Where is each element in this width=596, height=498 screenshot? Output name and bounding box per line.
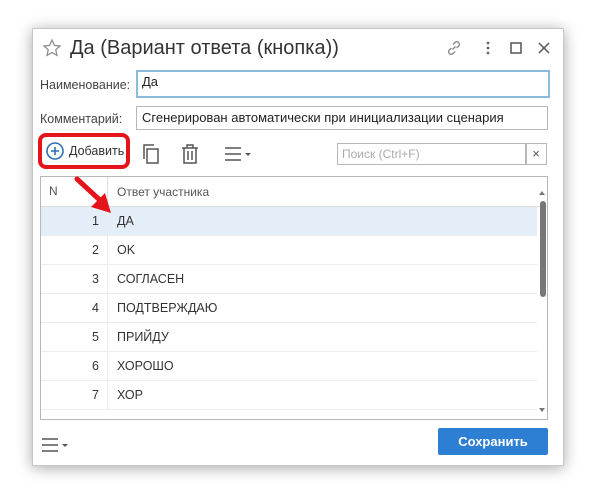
table-row[interactable]: 3 СОГЛАСЕН (41, 265, 537, 294)
search-clear-button[interactable]: × (525, 143, 547, 165)
row-answer: OK (117, 243, 136, 257)
annotation-arrow-icon (74, 176, 111, 213)
maximize-icon[interactable] (507, 39, 525, 57)
dialog-window: Да (Вариант ответа (кнопка)) Наименовани… (32, 28, 564, 466)
menu-icon[interactable] (225, 146, 253, 162)
add-button[interactable]: Добавить (38, 133, 130, 169)
table-row[interactable]: 5 ПРИЙДУ (41, 323, 537, 352)
menu-icon[interactable] (42, 437, 70, 453)
row-answer: ПОДТВЕРЖДАЮ (117, 301, 218, 315)
title-bar: Да (Вариант ответа (кнопка)) (33, 29, 563, 69)
row-number: 4 (92, 301, 99, 315)
column-divider (107, 323, 108, 352)
column-divider (107, 381, 108, 410)
name-label: Наименование: (40, 78, 131, 92)
comment-label: Комментарий: (40, 112, 123, 126)
close-icon[interactable] (535, 39, 553, 57)
name-field[interactable]: Да (136, 70, 550, 98)
copy-icon[interactable] (141, 143, 161, 165)
table-row[interactable]: 7 ХОР (41, 381, 537, 410)
row-number: 7 (92, 388, 99, 402)
scroll-down-arrow-icon[interactable] (539, 408, 545, 412)
scroll-up-arrow-icon[interactable] (539, 191, 545, 195)
table-row[interactable]: 6 ХОРОШО (41, 352, 537, 381)
window-title: Да (Вариант ответа (кнопка)) (70, 37, 339, 59)
column-divider (107, 265, 108, 294)
vertical-scrollbar[interactable] (537, 177, 547, 419)
scroll-thumb[interactable] (540, 201, 546, 297)
column-divider (107, 236, 108, 265)
row-answer: СОГЛАСЕН (117, 272, 185, 286)
row-answer: ДА (117, 214, 134, 228)
save-button[interactable]: Сохранить (438, 428, 548, 455)
column-divider (107, 294, 108, 323)
link-icon[interactable] (445, 39, 463, 57)
more-vertical-icon[interactable] (479, 39, 497, 57)
column-header-n[interactable]: N (49, 184, 58, 198)
trash-icon[interactable] (180, 143, 200, 165)
plus-circle-icon (46, 142, 64, 160)
row-answer: ПРИЙДУ (117, 330, 169, 344)
add-button-label: Добавить (69, 144, 125, 158)
row-number: 6 (92, 359, 99, 373)
row-number: 5 (92, 330, 99, 344)
column-divider (107, 352, 108, 381)
row-number: 3 (92, 272, 99, 286)
table-row[interactable]: 4 ПОДТВЕРЖДАЮ (41, 294, 537, 323)
row-answer: ХОР (117, 388, 143, 402)
row-answer: ХОРОШО (117, 359, 174, 373)
row-number: 2 (92, 243, 99, 257)
column-header-answer[interactable]: Ответ участника (117, 185, 209, 199)
table-row[interactable]: 2 OK (41, 236, 537, 265)
search-input[interactable]: Поиск (Ctrl+F) (337, 143, 527, 165)
star-icon[interactable] (42, 38, 62, 58)
comment-field[interactable]: Сгенерирован автоматически при инициализ… (136, 106, 548, 130)
